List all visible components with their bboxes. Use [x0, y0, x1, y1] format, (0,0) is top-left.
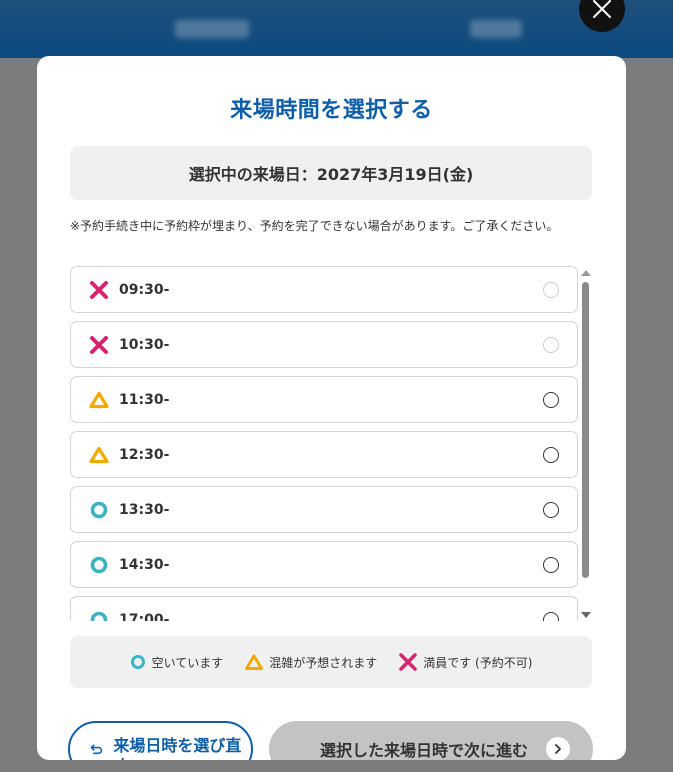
time-slot-row[interactable]: 14:30- — [70, 541, 578, 588]
scroll-down-arrow-icon[interactable] — [581, 612, 591, 618]
chevron-right-icon — [546, 737, 570, 760]
circle-icon — [89, 555, 109, 575]
legend-available: 空いています — [130, 654, 224, 671]
close-icon — [593, 0, 611, 18]
reservation-notice: ※予約手続き中に予約枠が埋まり、予約を完了できない場合があります。ご了承ください… — [70, 219, 559, 233]
time-slot-label: 17:00- — [119, 611, 170, 622]
time-slot-radio[interactable] — [543, 392, 559, 408]
time-slot-label: 12:30- — [119, 446, 170, 463]
legend-crowded-label: 混雑が予想されます — [269, 655, 378, 670]
time-slot-label: 10:30- — [119, 336, 170, 353]
background-header — [0, 0, 673, 58]
time-slot-row[interactable]: 12:30- — [70, 431, 578, 478]
time-slot-row: 10:30- — [70, 321, 578, 368]
time-slot-label: 11:30- — [119, 391, 170, 408]
time-select-modal: 来場時間を選択する 選択中の来場日：2027年3月19日(金) ※予約手続き中に… — [37, 56, 626, 760]
cross-icon — [89, 280, 109, 300]
legend-crowded: 混雑が予想されます — [245, 654, 377, 671]
return-arrow-icon — [90, 744, 103, 755]
triangle-icon — [89, 445, 109, 465]
slot-list-scrollbar[interactable] — [580, 266, 592, 622]
time-slot-label: 14:30- — [119, 556, 170, 573]
circle-icon — [89, 610, 109, 621]
time-slot-row[interactable]: 13:30- — [70, 486, 578, 533]
legend-available-label: 空いています — [151, 655, 224, 670]
next-button-label: 選択した来場日時で次に進む — [319, 741, 528, 760]
time-slot-radio[interactable] — [543, 612, 559, 621]
time-slot-radio[interactable] — [543, 557, 559, 573]
scrollbar-thumb[interactable] — [582, 282, 589, 578]
time-slot-radio — [543, 337, 559, 353]
cross-icon — [89, 335, 109, 355]
time-slot-radio[interactable] — [543, 502, 559, 518]
back-button-label: 来場日時を選び直す — [113, 736, 242, 760]
modal-title: 来場時間を選択する — [230, 98, 433, 123]
circle-icon — [89, 500, 109, 520]
triangle-icon — [89, 390, 109, 410]
time-slot-row[interactable]: 17:00- — [70, 596, 578, 621]
time-slot-radio[interactable] — [543, 447, 559, 463]
header-blurred-nav — [175, 20, 249, 38]
back-button[interactable]: 来場日時を選び直す — [68, 721, 253, 760]
cross-icon — [399, 653, 417, 671]
time-slot-label: 09:30- — [119, 281, 170, 298]
status-legend: 空いています 混雑が予想されます 満員です (予約不可) — [70, 636, 592, 688]
header-blurred-nav — [470, 20, 522, 38]
time-slot-row[interactable]: 11:30- — [70, 376, 578, 423]
selected-date-text: 選択中の来場日：2027年3月19日(金) — [188, 165, 474, 184]
scroll-up-arrow-icon[interactable] — [581, 270, 591, 276]
selected-date-box: 選択中の来場日：2027年3月19日(金) — [70, 146, 592, 200]
triangle-icon — [245, 654, 264, 670]
time-slot-list[interactable]: 09:30- 10:30- 11:30- 12:30- 13:30- 14:30- 17:0… — [70, 266, 595, 621]
circle-icon — [130, 655, 145, 669]
legend-full: 満員です (予約不可) — [399, 653, 532, 671]
time-slot-radio — [543, 282, 559, 298]
time-slot-row: 09:30- — [70, 266, 578, 313]
next-button[interactable]: 選択した来場日時で次に進む — [269, 721, 593, 760]
legend-full-label: 満員です (予約不可) — [423, 655, 533, 670]
time-slot-label: 13:30- — [119, 501, 170, 518]
